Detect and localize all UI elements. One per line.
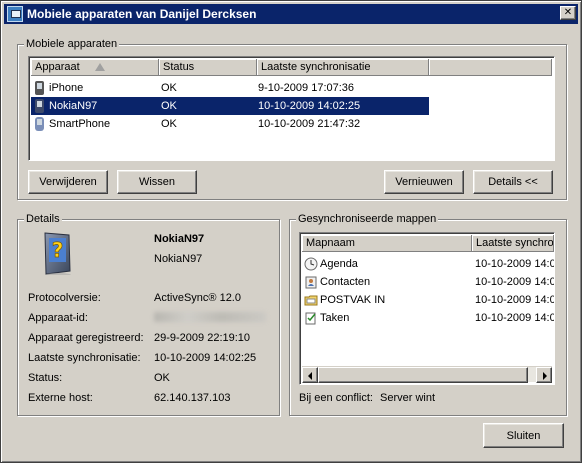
nokia-phone-icon [35,99,44,113]
scroll-thumb[interactable] [318,367,528,383]
protocol-version-label: Protocolversie: [28,292,101,304]
synced-folders-group-label: Gesynchroniseerde mappen [296,212,439,226]
device-model: NokiaN97 [154,253,203,265]
window-title: Mobiele apparaten van Danijel Dercksen [27,7,257,21]
last-sync-value: 10-10-2009 14:02:25 [154,352,257,364]
registered-label: Apparaat geregistreerd: [28,332,144,344]
conflict-value: Server wint [380,392,436,404]
title-bar[interactable]: Mobiele apparaten van Danijel Dercksen ✕ [4,4,578,24]
contacts-icon [305,276,317,289]
last-sync-label: Laatste synchronisatie: [28,352,141,364]
inbox-icon [304,295,318,306]
folders-list[interactable]: Mapnaam Laatste synchro Agenda 10-10-200… [299,232,555,385]
folder-name: Agenda [320,258,358,270]
column-header-last-sync[interactable]: Laatste synchronisatie [257,59,429,76]
column-header-status[interactable]: Status [159,59,257,76]
device-name: iPhone [49,82,84,94]
device-id-value-redacted [154,312,266,322]
folder-row[interactable]: Agenda 10-10-2009 14:0 [302,255,555,273]
svg-text:?: ? [52,238,64,262]
device-status: OK [161,100,177,112]
folder-last-sync: 10-10-2009 14:0 [475,294,555,306]
column-header-device[interactable]: Apparaat [31,59,159,76]
arrow-right-icon [543,372,547,380]
devices-list[interactable]: Apparaat Status Laatste synchronisatie i… [28,56,555,161]
device-name: NokiaN97 [49,100,98,112]
column-header-filler [429,59,552,76]
details-toggle-button[interactable]: Details << [473,170,553,194]
refresh-button[interactable]: Vernieuwen [384,170,464,194]
device-status: OK [161,118,177,130]
device-id-label: Apparaat-id: [28,312,88,324]
status-value: OK [154,372,170,384]
close-dialog-button[interactable]: Sluiten [483,423,564,448]
arrow-left-icon [308,372,312,380]
column-header-folder-last-sync[interactable]: Laatste synchro [472,235,554,252]
column-header-device-label: Apparaat [35,61,80,73]
device-last-sync: 9-10-2009 17:07:36 [258,82,355,94]
device-row-selected[interactable]: NokiaN97 OK 10-10-2009 14:02:25 [31,97,429,115]
details-group-label: Details [24,212,62,226]
smartphone-icon [35,117,44,131]
wipe-button[interactable]: Wissen [117,170,197,194]
folder-row[interactable]: Contacten 10-10-2009 14:0 [302,273,555,291]
folder-row[interactable]: POSTVAK IN 10-10-2009 14:0 [302,291,555,309]
device-row[interactable]: iPhone OK 9-10-2009 17:07:36 [31,79,429,97]
external-host-value: 62.140.137.103 [154,392,231,404]
device-last-sync: 10-10-2009 21:47:32 [258,118,361,130]
folder-last-sync: 10-10-2009 14:0 [475,312,555,324]
scroll-right-button[interactable] [536,367,552,383]
devices-list-header: Apparaat Status Laatste synchronisatie [31,59,552,76]
folder-last-sync: 10-10-2009 14:0 [475,258,555,270]
folder-name: Contacten [320,276,371,288]
scroll-left-button[interactable] [302,367,318,383]
devices-group-label: Mobiele apparaten [24,37,120,51]
sort-ascending-icon [95,63,105,71]
folder-name: Taken [320,312,350,324]
folder-row[interactable]: Taken 10-10-2009 14:0 [302,309,555,327]
mobile-devices-icon [7,6,23,22]
iphone-icon [35,81,44,95]
remove-button[interactable]: Verwijderen [28,170,108,194]
folders-horizontal-scrollbar[interactable] [302,366,552,383]
conflict-label: Bij een conflict: [299,392,373,404]
status-label: Status: [28,372,63,384]
column-header-folder-name[interactable]: Mapnaam [302,235,472,252]
device-last-sync: 10-10-2009 14:02:25 [258,100,361,112]
folder-name: POSTVAK IN [320,294,386,306]
calendar-icon [304,257,318,271]
device-name: SmartPhone [49,118,111,130]
external-host-label: Externe host: [28,392,93,404]
close-button[interactable]: ✕ [560,6,576,20]
registered-value: 29-9-2009 22:19:10 [154,332,251,344]
folder-last-sync: 10-10-2009 14:0 [475,276,555,288]
tasks-icon [305,312,316,325]
protocol-version-value: ActiveSync® 12.0 [154,292,241,304]
device-large-icon: ? [44,232,71,275]
dialog-window: Mobiele apparaten van Danijel Dercksen ✕… [0,0,582,463]
device-name-heading: NokiaN97 [154,233,205,245]
device-status: OK [161,82,177,94]
folders-list-header: Mapnaam Laatste synchro [302,235,554,252]
device-row[interactable]: SmartPhone OK 10-10-2009 21:47:32 [31,115,429,133]
